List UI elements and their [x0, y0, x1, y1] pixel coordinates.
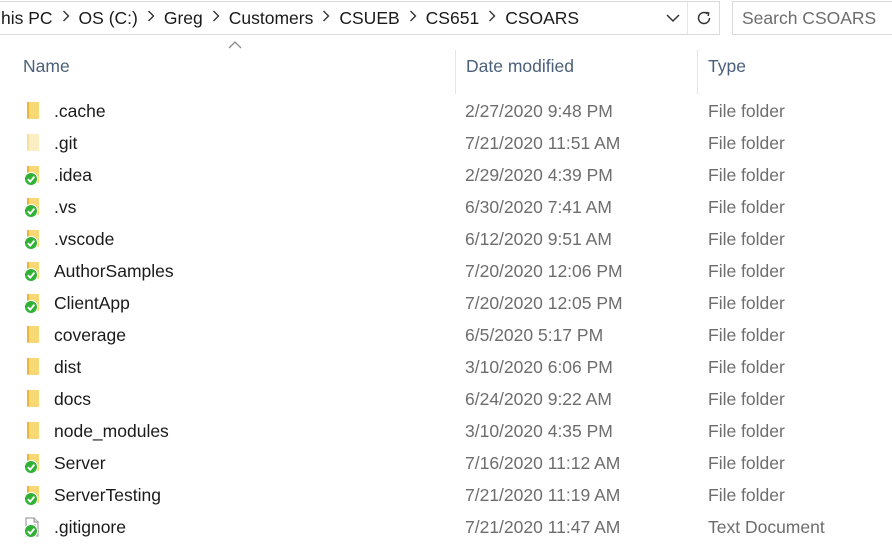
file-row[interactable]: .gitignore 7/21/2020 11:47 AM Text Documen…: [0, 511, 892, 543]
file-name: coverage: [54, 325, 126, 345]
folder-icon: [22, 287, 44, 319]
file-name: ClientApp: [54, 293, 130, 313]
column-header-name[interactable]: Name: [23, 46, 453, 86]
address-bar[interactable]: his PC OS (C:) Greg Customers CSUEB CS651 CSOA…: [0, 1, 720, 35]
file-name: .git: [54, 133, 78, 153]
file-name: .gitignore: [54, 517, 126, 537]
file-row[interactable]: ServerTesting 7/21/2020 11:19 AM File fold…: [0, 479, 892, 511]
folder-icon: [22, 447, 44, 479]
file-name: Server: [54, 453, 106, 473]
file-date-modified: 3/10/2020 4:35 PM: [465, 421, 613, 441]
file-name: docs: [54, 389, 91, 409]
column-header-date-modified[interactable]: Date modified: [466, 46, 691, 86]
file-date-modified: 2/29/2020 4:39 PM: [465, 165, 613, 185]
file-name: .cache: [54, 101, 106, 121]
file-name: AuthorSamples: [54, 261, 174, 281]
breadcrumb-item[interactable]: Customers: [227, 2, 316, 34]
folder-icon: [22, 255, 44, 287]
file-date-modified: 6/5/2020 5:17 PM: [465, 325, 604, 345]
folder-icon: [22, 319, 44, 351]
file-row[interactable]: .cache 2/27/2020 9:48 PM File folder: [0, 95, 892, 127]
chevron-right-icon[interactable]: [55, 2, 77, 34]
file-type: File folder: [708, 293, 785, 313]
file-type: File folder: [708, 357, 785, 377]
file-name: node_modules: [54, 421, 169, 441]
file-date-modified: 6/12/2020 9:51 AM: [465, 229, 612, 249]
file-type: File folder: [708, 261, 785, 281]
file-type: File folder: [708, 325, 785, 345]
file-name: .vscode: [54, 229, 115, 249]
file-date-modified: 6/30/2020 7:41 AM: [465, 197, 612, 217]
file-name: .idea: [54, 165, 92, 185]
chevron-right-icon[interactable]: [140, 2, 162, 34]
folder-icon: [22, 479, 44, 511]
file-row[interactable]: .idea 2/29/2020 4:39 PM File folder: [0, 159, 892, 191]
file-type: File folder: [708, 229, 785, 249]
refresh-icon[interactable]: [687, 2, 719, 34]
file-row[interactable]: .vs 6/30/2020 7:41 AM File folder: [0, 191, 892, 223]
file-type: File folder: [708, 165, 785, 185]
hidden-folder-icon: [22, 127, 44, 159]
file-date-modified: 7/21/2020 11:19 AM: [465, 485, 621, 505]
file-date-modified: 7/16/2020 11:12 AM: [465, 453, 621, 473]
folder-icon: [22, 415, 44, 447]
file-date-modified: 7/21/2020 11:47 AM: [465, 517, 621, 537]
file-type: File folder: [708, 485, 785, 505]
chevron-right-icon[interactable]: [481, 2, 503, 34]
file-type: Text Document: [708, 517, 825, 537]
file-type: File folder: [708, 197, 785, 217]
folder-icon: [22, 223, 44, 255]
chevron-down-icon[interactable]: [660, 2, 686, 34]
file-row[interactable]: Server 7/16/2020 11:12 AM File folder: [0, 447, 892, 479]
folder-icon: [22, 383, 44, 415]
chevron-right-icon[interactable]: [402, 2, 424, 34]
file-row[interactable]: dist 3/10/2020 6:06 PM File folder: [0, 351, 892, 383]
breadcrumb-item[interactable]: CSUEB: [337, 2, 401, 34]
file-row[interactable]: .git 7/21/2020 11:51 AM File folder: [0, 127, 892, 159]
breadcrumb-item[interactable]: Greg: [162, 2, 205, 34]
breadcrumb-item[interactable]: his PC: [0, 2, 55, 34]
file-row[interactable]: docs 6/24/2020 9:22 AM File folder: [0, 383, 892, 415]
chevron-right-icon[interactable]: [205, 2, 227, 34]
folder-icon: [22, 159, 44, 191]
file-date-modified: 7/20/2020 12:06 PM: [465, 261, 623, 281]
file-row[interactable]: .vscode 6/12/2020 9:51 AM File folder: [0, 223, 892, 255]
folder-icon: [22, 351, 44, 383]
folder-icon: [22, 95, 44, 127]
file-row[interactable]: node_modules 3/10/2020 4:35 PM File folder: [0, 415, 892, 447]
breadcrumb-item[interactable]: CS651: [424, 2, 482, 34]
file-type: File folder: [708, 453, 785, 473]
file-type: File folder: [708, 389, 785, 409]
file-date-modified: 7/21/2020 11:51 AM: [465, 133, 621, 153]
file-date-modified: 3/10/2020 6:06 PM: [465, 357, 613, 377]
file-date-modified: 7/20/2020 12:05 PM: [465, 293, 623, 313]
column-divider[interactable]: [697, 50, 698, 94]
file-type: File folder: [708, 421, 785, 441]
column-divider[interactable]: [455, 50, 456, 94]
column-header-row: Name Date modified Type: [0, 41, 892, 94]
toolbar: his PC OS (C:) Greg Customers CSUEB CS651 CSOA…: [0, 0, 892, 36]
file-row[interactable]: ClientApp 7/20/2020 12:05 PM File folder: [0, 287, 892, 319]
text-document-icon: [22, 511, 44, 543]
file-list: .cache 2/27/2020 9:48 PM File folder .git 7/…: [0, 95, 892, 543]
file-date-modified: 6/24/2020 9:22 AM: [465, 389, 612, 409]
search-input[interactable]: [733, 2, 892, 34]
file-name: .vs: [54, 197, 77, 217]
search-box[interactable]: [732, 1, 892, 35]
file-type: File folder: [708, 133, 785, 153]
folder-icon: [22, 191, 44, 223]
breadcrumb-item[interactable]: CSOARS: [503, 2, 581, 34]
breadcrumb-item[interactable]: OS (C:): [77, 2, 140, 34]
breadcrumb: his PC OS (C:) Greg Customers CSUEB CS651 CSOA…: [0, 2, 719, 34]
chevron-right-icon[interactable]: [315, 2, 337, 34]
file-row[interactable]: coverage 6/5/2020 5:17 PM File folder: [0, 319, 892, 351]
file-type: File folder: [708, 101, 785, 121]
file-row[interactable]: AuthorSamples 7/20/2020 12:06 PM File fold…: [0, 255, 892, 287]
file-name: dist: [54, 357, 82, 377]
column-header-type[interactable]: Type: [708, 46, 892, 86]
file-date-modified: 2/27/2020 9:48 PM: [465, 101, 613, 121]
file-name: ServerTesting: [54, 485, 161, 505]
